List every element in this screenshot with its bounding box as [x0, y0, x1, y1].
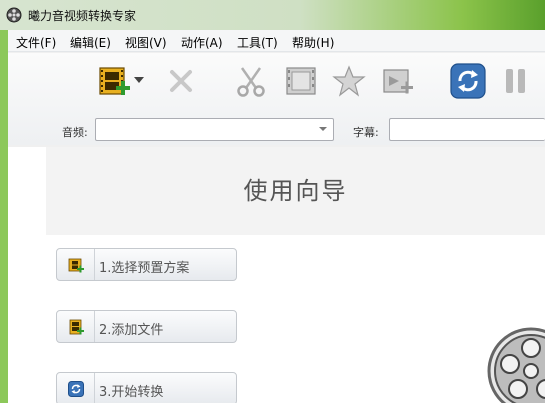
file-add-icon — [69, 319, 84, 334]
guide-header: 使用向导 — [46, 147, 545, 235]
guide-title: 使用向导 — [243, 177, 348, 205]
step-label: 3.开始转换 — [99, 385, 164, 400]
chevron-down-icon — [319, 127, 327, 131]
menu-bar: 文件(F) 编辑(E) 视图(V) 动作(A) 工具(T) 帮助(H) — [8, 30, 545, 52]
subtitle-select[interactable] — [389, 118, 545, 141]
audio-select[interactable] — [95, 118, 334, 141]
step-label: 2.添加文件 — [99, 323, 164, 338]
film-reel-app-icon — [6, 7, 22, 23]
step-label: 1.选择预置方案 — [99, 261, 190, 276]
add-video-dropdown-button[interactable] — [132, 68, 146, 92]
film-strip-icon — [286, 67, 316, 95]
merge-button[interactable] — [380, 63, 416, 99]
merge-add-icon — [383, 69, 413, 94]
menu-file[interactable]: 文件(F) — [16, 34, 56, 51]
delete-button[interactable] — [163, 63, 199, 99]
film-add-icon — [68, 258, 84, 272]
pause-icon — [506, 69, 525, 93]
menu-view[interactable]: 视图(V) — [125, 34, 167, 51]
main-window: 曦力音视频转换专家 文件(F) 编辑(E) 视图(V) 动作(A) 工具(T) … — [0, 0, 545, 403]
menu-help[interactable]: 帮助(H) — [292, 34, 334, 51]
chevron-down-icon — [134, 77, 144, 83]
step-add-file-button[interactable]: 2.添加文件 — [56, 310, 237, 343]
effects-button[interactable] — [331, 63, 367, 99]
title-bar: 曦力音视频转换专家 — [0, 0, 545, 30]
audio-label: 音频: — [62, 126, 88, 139]
window-title: 曦力音视频转换专家 — [28, 9, 137, 23]
window-left-border — [0, 30, 8, 403]
menu-tools[interactable]: 工具(T) — [237, 34, 278, 51]
refresh-convert-icon — [450, 63, 486, 99]
convert-icon — [67, 380, 84, 397]
add-video-icon — [99, 67, 130, 95]
star-icon — [332, 65, 366, 97]
convert-button[interactable] — [450, 63, 486, 99]
delete-icon — [170, 70, 192, 92]
pause-button[interactable] — [498, 63, 534, 99]
menu-action[interactable]: 动作(A) — [181, 34, 223, 51]
film-clip-button[interactable] — [283, 63, 319, 99]
scissors-icon — [237, 67, 265, 97]
step-select-preset-button[interactable]: 1.选择预置方案 — [56, 248, 237, 281]
step-start-convert-button[interactable]: 3.开始转换 — [56, 372, 237, 403]
menu-edit[interactable]: 编辑(E) — [70, 34, 111, 51]
guide-pane: 使用向导 1.选择预置方案 2.添加文件 3.开始转换 — [8, 147, 545, 403]
film-reel-decoration-icon — [487, 327, 545, 403]
cut-button[interactable] — [233, 63, 269, 99]
add-video-button[interactable] — [96, 63, 132, 99]
subtitle-label: 字幕: — [353, 126, 379, 139]
